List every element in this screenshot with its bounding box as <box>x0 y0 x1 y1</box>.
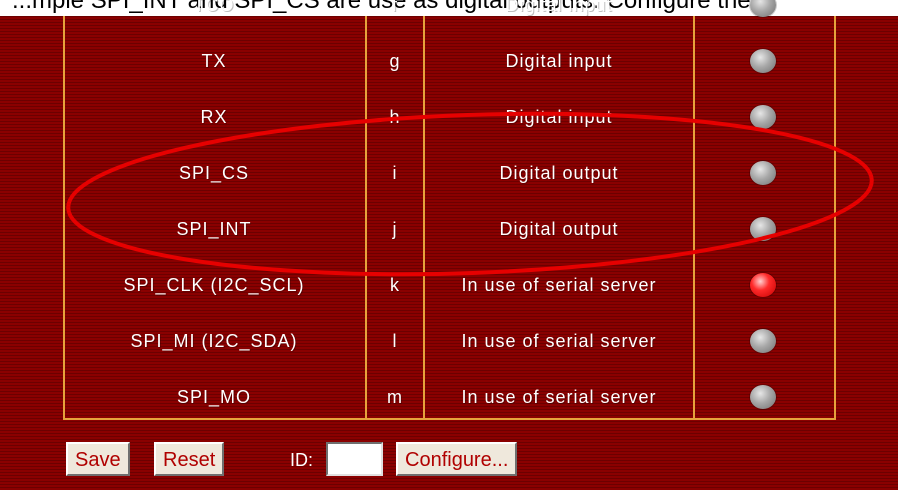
status-led-cell <box>695 34 834 88</box>
configure-button[interactable]: Configure... <box>396 442 518 476</box>
table-row: SPI_CLK (I2C_SCL) k In use of serial ser… <box>63 258 836 312</box>
pin-mode: Digital output <box>499 219 619 239</box>
table-row: TCO f Digital input <box>63 0 836 32</box>
pin-mode: In use of serial server <box>461 387 657 407</box>
pin-letter: k <box>390 275 400 295</box>
pin-mode: Digital output <box>499 163 619 183</box>
status-led-cell <box>695 0 834 32</box>
pin-mode: Digital input <box>505 0 613 15</box>
table-row: SPI_CS i Digital output <box>63 146 836 200</box>
pin-name: RX <box>200 107 228 127</box>
pin-mode: In use of serial server <box>461 275 657 295</box>
save-button[interactable]: Save <box>66 442 130 476</box>
pin-letter: i <box>392 163 398 183</box>
status-led-icon[interactable] <box>750 0 776 17</box>
status-led-icon[interactable] <box>750 105 776 129</box>
pin-name: SPI_CS <box>178 163 250 183</box>
status-led-icon[interactable] <box>750 161 776 185</box>
footer-toolbar: Save Reset ID: Configure... <box>0 434 898 490</box>
status-led-cell <box>695 314 834 368</box>
status-led-icon[interactable] <box>750 273 776 297</box>
pin-letter: m <box>387 387 403 407</box>
table-row: SPI_MI (I2C_SDA) l In use of serial serv… <box>63 314 836 368</box>
status-led-cell <box>695 202 834 256</box>
io-config-panel: TCO f Digital input TX g Digital input R… <box>0 0 898 490</box>
status-led-cell <box>695 90 834 144</box>
pin-mode: Digital input <box>505 51 613 71</box>
status-led-icon[interactable] <box>750 385 776 409</box>
pin-letter: f <box>391 0 398 15</box>
table-row: SPI_INT j Digital output <box>63 202 836 256</box>
id-input[interactable] <box>326 442 383 476</box>
id-label: ID: <box>290 450 314 470</box>
pin-name: SPI_MI (I2C_SDA) <box>130 331 298 351</box>
pin-name: SPI_INT <box>176 219 252 239</box>
status-led-icon[interactable] <box>750 49 776 73</box>
status-led-icon[interactable] <box>750 217 776 241</box>
status-led-cell <box>695 370 834 424</box>
status-led-cell <box>695 258 834 312</box>
table-row: SPI_MO m In use of serial server <box>63 370 836 424</box>
pin-name: TCO <box>193 0 235 15</box>
status-led-icon[interactable] <box>750 329 776 353</box>
pin-letter: l <box>392 331 398 351</box>
pin-name: SPI_MO <box>176 387 252 407</box>
reset-button[interactable]: Reset <box>154 442 225 476</box>
pin-name: SPI_CLK (I2C_SCL) <box>123 275 305 295</box>
pin-mode: In use of serial server <box>461 331 657 351</box>
pin-letter: j <box>392 219 398 239</box>
table-row: TX g Digital input <box>63 34 836 88</box>
pin-name: TX <box>201 51 227 71</box>
status-led-cell <box>695 146 834 200</box>
table-row: RX h Digital input <box>63 90 836 144</box>
pin-letter: h <box>389 107 401 127</box>
pin-letter: g <box>389 51 401 71</box>
pin-mode: Digital input <box>505 107 613 127</box>
